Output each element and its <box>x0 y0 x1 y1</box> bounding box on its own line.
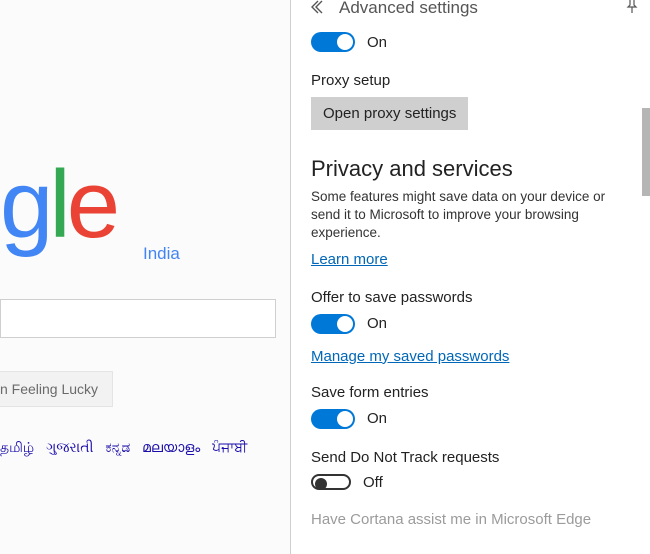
save-passwords-label: Offer to save passwords <box>311 289 630 306</box>
lang-link[interactable]: ಕನ್ನಡ <box>105 439 130 455</box>
dnt-label: Send Do Not Track requests <box>311 449 630 466</box>
form-entries-toggle[interactable] <box>311 409 355 429</box>
privacy-heading: Privacy and services <box>311 156 630 182</box>
pin-button[interactable] <box>624 0 640 19</box>
logo-letter-l: l <box>49 151 66 258</box>
panel-title: Advanced settings <box>339 0 478 18</box>
top-toggle[interactable] <box>311 32 355 52</box>
dnt-toggle[interactable] <box>311 474 351 490</box>
form-entries-state: On <box>367 410 387 427</box>
top-toggle-state: On <box>367 34 387 51</box>
save-passwords-state: On <box>367 315 387 332</box>
advanced-settings-panel: Advanced settings On Proxy setup Open pr… <box>290 0 650 554</box>
lang-link[interactable]: தமிழ் <box>0 439 34 455</box>
privacy-description: Some features might save data on your de… <box>311 188 630 243</box>
learn-more-link[interactable]: Learn more <box>311 251 388 268</box>
logo-letter-g: g <box>0 151 49 258</box>
save-passwords-toggle[interactable] <box>311 314 355 334</box>
language-links: தமிழ் ગુજરાતી ಕನ್ನಡ മലയാളം ਪੰਜਾਬੀ <box>0 439 255 458</box>
lang-link[interactable]: മലയാളം <box>142 439 200 455</box>
pin-icon <box>624 0 640 14</box>
proxy-setup-label: Proxy setup <box>311 72 630 89</box>
google-region-label: India <box>143 244 180 264</box>
open-proxy-settings-button[interactable]: Open proxy settings <box>311 97 468 130</box>
dnt-state: Off <box>363 474 383 491</box>
google-logo: gle <box>0 150 116 260</box>
manage-passwords-link[interactable]: Manage my saved passwords <box>311 348 509 365</box>
logo-letter-e: e <box>67 151 116 258</box>
search-input[interactable] <box>0 299 276 338</box>
cortana-label: Have Cortana assist me in Microsoft Edge <box>311 511 630 528</box>
feeling-lucky-button[interactable]: n Feeling Lucky <box>0 371 113 407</box>
lang-link[interactable]: ਪੰਜਾਬੀ <box>212 439 247 455</box>
scrollbar-thumb[interactable] <box>642 108 650 196</box>
back-button[interactable] <box>309 0 323 17</box>
form-entries-label: Save form entries <box>311 384 630 401</box>
lang-link[interactable]: ગુજરાતી <box>46 439 93 455</box>
chevron-left-icon <box>309 0 323 14</box>
